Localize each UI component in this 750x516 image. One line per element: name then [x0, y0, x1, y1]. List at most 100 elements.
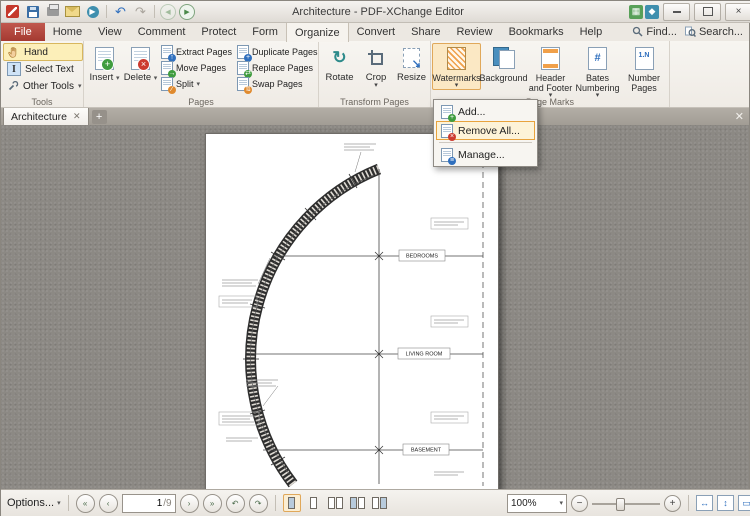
duplicate-pages-button[interactable]: + Duplicate Pages [237, 44, 318, 59]
menu-separator [439, 142, 532, 143]
previous-page-button[interactable]: ‹ [99, 494, 118, 513]
dropdown-arrow-icon: ▾ [559, 499, 563, 507]
tab-organize[interactable]: Organize [286, 22, 349, 42]
zoom-slider-handle[interactable] [616, 498, 625, 511]
search-button[interactable]: Search... [685, 26, 743, 38]
tab-help[interactable]: Help [572, 22, 611, 41]
previous-view-button[interactable]: ↶ [226, 494, 245, 513]
menu-item-add-watermark[interactable]: + Add... [436, 102, 535, 121]
layout-cover-button[interactable] [371, 494, 389, 512]
curved-wall [251, 169, 379, 484]
first-page-button[interactable]: « [76, 494, 95, 513]
duplicate-pages-icon: + [237, 45, 249, 59]
next-view-button[interactable]: ↷ [249, 494, 268, 513]
options-button[interactable]: Options... ▾ [7, 497, 61, 509]
dropdown-arrow-icon: ▾ [78, 82, 82, 90]
tab-view[interactable]: View [90, 22, 130, 41]
title-bar: Architecture - PDF-XChange Editor ▶ ↶ ↷ … [1, 1, 750, 23]
crop-button[interactable]: Crop ▾ [358, 43, 394, 90]
page-number-input[interactable] [144, 498, 162, 509]
room-labels: BEDROOMS LIVING ROOM BASEMENT [398, 250, 450, 455]
ui-options-icon[interactable]: ◆ [645, 5, 659, 19]
background-button[interactable]: Background [479, 43, 528, 84]
ribbon-tab-bar: File Home View Comment Protect Form Orga… [1, 22, 749, 41]
tab-share[interactable]: Share [403, 22, 448, 41]
last-page-button[interactable]: » [203, 494, 222, 513]
tab-protect[interactable]: Protect [193, 22, 244, 41]
share-icon[interactable]: ▶ [84, 4, 101, 20]
tab-form[interactable]: Form [244, 22, 286, 41]
menu-item-manage-watermarks[interactable]: ≡ Manage... [436, 145, 535, 164]
app-logo-icon[interactable] [4, 4, 21, 20]
launch-applications-icon[interactable]: ▦ [629, 5, 643, 19]
resize-button[interactable]: Resize [393, 43, 430, 84]
other-tools-button[interactable]: Other Tools ▾ [3, 77, 85, 95]
extract-pages-button[interactable]: ↑ Extract Pages [161, 44, 232, 59]
separator [688, 495, 689, 511]
fit-page-button[interactable]: ▭ [738, 495, 750, 511]
number-pages-button[interactable]: 1.N Number Pages [620, 43, 668, 94]
watermarks-button[interactable]: Watermarks ▾ [432, 43, 481, 90]
tab-comment[interactable]: Comment [130, 22, 194, 41]
layout-single-page-button[interactable] [283, 494, 301, 512]
zoom-in-button[interactable]: + [664, 495, 681, 512]
layout-continuous-button[interactable] [305, 494, 323, 512]
close-tab-icon[interactable]: ✕ [73, 111, 81, 122]
zoom-slider[interactable] [592, 496, 660, 511]
watermarks-icon [444, 45, 470, 71]
layout-two-pages-button[interactable] [327, 494, 345, 512]
swap-pages-button[interactable]: ⇅ Swap Pages [237, 76, 303, 91]
background-icon [491, 45, 517, 71]
print-icon[interactable] [44, 4, 61, 20]
close-button[interactable]: × [725, 3, 750, 21]
fit-height-button[interactable]: ↕ [717, 495, 734, 511]
move-pages-icon: → [161, 61, 173, 75]
move-pages-button[interactable]: → Move Pages [161, 60, 226, 75]
tab-file[interactable]: File [1, 22, 45, 41]
next-page-button[interactable]: › [180, 494, 199, 513]
bates-numbering-button[interactable]: # Bates Numbering ▾ [573, 43, 622, 100]
email-icon[interactable] [64, 4, 81, 20]
zoom-slider-track[interactable] [592, 503, 660, 505]
ribbon-group-pages: + Insert ▾ × Delete ▾ ↑ Extract Pages → … [84, 41, 319, 107]
manage-watermarks-icon: ≡ [441, 148, 453, 162]
group-caption-transform: Transform Pages [319, 97, 430, 107]
undo-icon[interactable]: ↶ [112, 4, 129, 20]
separator [68, 495, 69, 511]
redo-icon[interactable]: ↷ [132, 4, 149, 20]
menu-item-remove-all-watermarks[interactable]: × Remove All... [436, 121, 535, 140]
add-watermark-icon: + [441, 105, 453, 119]
new-tab-button[interactable]: + [92, 110, 107, 124]
split-button[interactable]: ∕ Split ▾ [161, 76, 200, 91]
replace-pages-button[interactable]: ⇄ Replace Pages [237, 60, 313, 75]
hand-tool-button[interactable]: Hand [3, 43, 83, 61]
close-document-icon[interactable]: ✕ [735, 110, 744, 123]
tab-bookmarks[interactable]: Bookmarks [501, 22, 572, 41]
tab-convert[interactable]: Convert [349, 22, 404, 41]
page-number-field[interactable]: /9 [122, 494, 176, 513]
rotate-button[interactable]: ↻ Rotate [321, 43, 358, 84]
zoom-out-button[interactable]: − [571, 495, 588, 512]
ribbon-group-transform: ↻ Rotate Crop ▾ Resize Transform Pages [319, 41, 431, 107]
save-icon[interactable] [24, 4, 41, 20]
fit-width-button[interactable]: ↔ [696, 495, 713, 511]
zoom-level-select[interactable]: 100% ▾ [507, 494, 567, 513]
delete-pages-button[interactable]: × Delete ▾ [122, 43, 159, 85]
maximize-button[interactable] [694, 3, 721, 21]
select-text-icon: I [7, 62, 21, 76]
find-button[interactable]: Find... [632, 26, 677, 38]
insert-pages-button[interactable]: + Insert ▾ [86, 43, 123, 85]
layout-two-pages-continuous-button[interactable] [349, 494, 367, 512]
swap-pages-icon: ⇅ [237, 77, 249, 91]
select-text-button[interactable]: I Select Text [3, 60, 78, 78]
header-footer-button[interactable]: Header and Footer ▾ [526, 43, 575, 100]
replace-pages-icon: ⇄ [237, 61, 249, 75]
label-basement: BASEMENT [411, 448, 442, 454]
tab-home[interactable]: Home [45, 22, 90, 41]
forward-view-icon[interactable]: ▶ [179, 4, 195, 20]
tab-review[interactable]: Review [448, 22, 500, 41]
document-canvas[interactable]: BEDROOMS LIVING ROOM BASEMENT [1, 125, 749, 489]
document-tab-architecture[interactable]: Architecture ✕ [3, 107, 89, 125]
back-view-icon[interactable]: ◀ [160, 4, 176, 20]
minimize-button[interactable] [663, 3, 690, 21]
